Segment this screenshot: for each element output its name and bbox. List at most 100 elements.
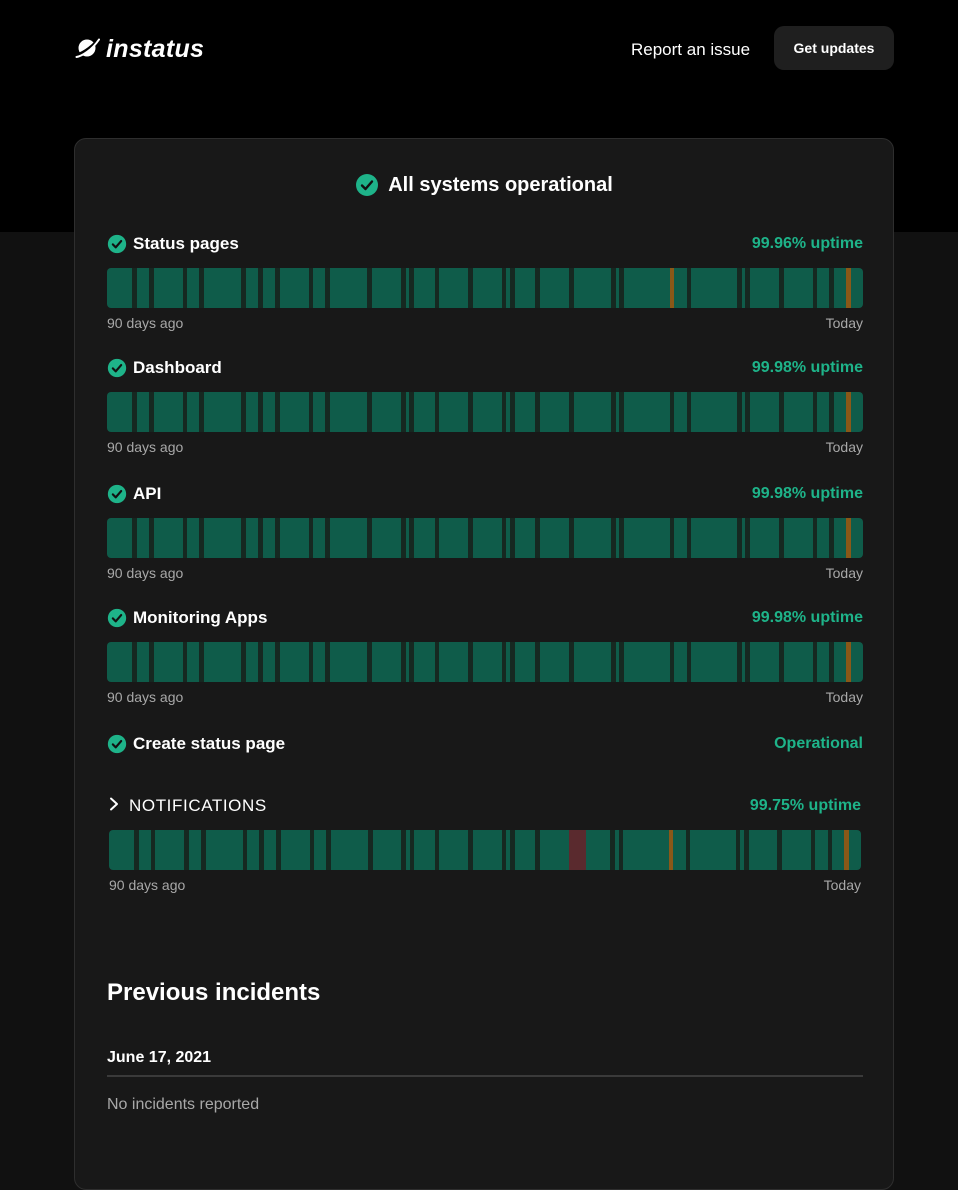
uptime-day-gap[interactable] [308, 268, 314, 308]
uptime-day-gap[interactable] [737, 642, 742, 682]
uptime-day-gap[interactable] [812, 268, 818, 308]
uptime-day-gap[interactable] [829, 642, 834, 682]
uptime-bar[interactable] [107, 268, 863, 308]
uptime-day-gap[interactable] [276, 830, 281, 870]
uptime-day-gap[interactable] [779, 268, 784, 308]
uptime-day-gap[interactable] [149, 392, 154, 432]
uptime-day-gap[interactable] [686, 268, 692, 308]
uptime-day-gap[interactable] [308, 392, 314, 432]
uptime-day-gap[interactable] [434, 642, 440, 682]
uptime-day-gap[interactable] [258, 642, 263, 682]
uptime-day-gap[interactable] [182, 392, 188, 432]
uptime-day-gap[interactable] [569, 268, 574, 308]
uptime-day-gap[interactable] [669, 392, 675, 432]
uptime-day-gap[interactable] [569, 518, 574, 558]
uptime-day-gap[interactable] [401, 268, 406, 308]
uptime-day-gap[interactable] [241, 642, 246, 682]
uptime-day-gap[interactable] [619, 392, 624, 432]
uptime-day-gap[interactable] [325, 518, 330, 558]
uptime-day-gap[interactable] [510, 392, 515, 432]
uptime-day-gap[interactable] [777, 830, 783, 870]
uptime-day-gap[interactable] [199, 392, 204, 432]
uptime-day-gap[interactable] [409, 830, 415, 870]
uptime-day-gap[interactable] [745, 518, 750, 558]
uptime-day-gap[interactable] [611, 392, 616, 432]
uptime-day-gap[interactable] [309, 830, 315, 870]
uptime-day-gap[interactable] [827, 830, 833, 870]
uptime-day-gap[interactable] [434, 518, 440, 558]
uptime-day-gap[interactable] [468, 642, 473, 682]
uptime-day-gap[interactable] [182, 268, 188, 308]
uptime-day-gap[interactable] [501, 392, 507, 432]
uptime-day-gap[interactable] [611, 642, 616, 682]
uptime-day-gap[interactable] [200, 830, 206, 870]
uptime-day-gap[interactable] [132, 642, 137, 682]
uptime-day-gap[interactable] [241, 268, 246, 308]
uptime-day-gap[interactable] [199, 518, 204, 558]
uptime-day-gap[interactable] [779, 392, 784, 432]
uptime-day-gap[interactable] [686, 518, 692, 558]
uptime-day-degraded[interactable] [846, 518, 851, 558]
uptime-day-degraded[interactable] [668, 830, 674, 870]
uptime-day-gap[interactable] [367, 642, 372, 682]
uptime-day-gap[interactable] [275, 392, 280, 432]
uptime-day-gap[interactable] [149, 268, 154, 308]
uptime-day-degraded[interactable] [844, 830, 849, 870]
uptime-day-gap[interactable] [149, 518, 154, 558]
notifications-toggle[interactable]: NOTIFICATIONS 99.75% uptime [109, 796, 861, 818]
uptime-day-gap[interactable] [610, 830, 615, 870]
uptime-day-gap[interactable] [510, 518, 515, 558]
uptime-day-gap[interactable] [409, 268, 414, 308]
uptime-day-gap[interactable] [745, 392, 750, 432]
uptime-day-gap[interactable] [735, 830, 741, 870]
uptime-day-gap[interactable] [182, 642, 188, 682]
uptime-day-gap[interactable] [737, 268, 742, 308]
uptime-day-gap[interactable] [510, 830, 515, 870]
uptime-day-gap[interactable] [242, 830, 248, 870]
uptime-day-gap[interactable] [326, 830, 331, 870]
uptime-day-gap[interactable] [434, 392, 440, 432]
uptime-day-gap[interactable] [618, 830, 624, 870]
uptime-day-gap[interactable] [409, 642, 414, 682]
uptime-day-gap[interactable] [132, 518, 137, 558]
uptime-day-gap[interactable] [199, 268, 204, 308]
uptime-day-gap[interactable] [744, 830, 749, 870]
uptime-day-gap[interactable] [619, 642, 624, 682]
uptime-day-gap[interactable] [779, 518, 784, 558]
report-issue-link[interactable]: Report an issue [631, 40, 750, 60]
get-updates-button[interactable]: Get updates [774, 26, 894, 70]
uptime-day-outage[interactable] [576, 830, 586, 870]
uptime-day-gap[interactable] [535, 642, 540, 682]
uptime-day-gap[interactable] [619, 268, 624, 308]
uptime-day-gap[interactable] [501, 642, 507, 682]
uptime-day-gap[interactable] [779, 642, 784, 682]
uptime-day-gap[interactable] [401, 392, 406, 432]
uptime-day-gap[interactable] [308, 642, 314, 682]
uptime-day-gap[interactable] [434, 830, 440, 870]
brand-logo[interactable]: instatus [74, 35, 204, 63]
uptime-day-gap[interactable] [829, 268, 834, 308]
uptime-day-gap[interactable] [501, 268, 507, 308]
uptime-day-gap[interactable] [132, 268, 137, 308]
uptime-day-gap[interactable] [829, 392, 834, 432]
uptime-day-gap[interactable] [182, 518, 188, 558]
uptime-day-gap[interactable] [510, 268, 515, 308]
uptime-day-gap[interactable] [275, 518, 280, 558]
uptime-day-gap[interactable] [535, 268, 540, 308]
uptime-bar[interactable] [109, 830, 861, 870]
uptime-day-gap[interactable] [325, 392, 330, 432]
uptime-day-gap[interactable] [829, 518, 834, 558]
uptime-day-gap[interactable] [737, 518, 742, 558]
uptime-day-gap[interactable] [812, 392, 818, 432]
uptime-day-gap[interactable] [611, 518, 616, 558]
uptime-day-gap[interactable] [258, 518, 263, 558]
uptime-day-gap[interactable] [468, 392, 473, 432]
uptime-day-gap[interactable] [401, 518, 406, 558]
uptime-day-gap[interactable] [367, 518, 372, 558]
uptime-day-gap[interactable] [367, 392, 372, 432]
uptime-day-gap[interactable] [535, 830, 540, 870]
uptime-bar[interactable] [107, 392, 863, 432]
uptime-day-gap[interactable] [150, 830, 156, 870]
uptime-day-gap[interactable] [368, 830, 373, 870]
uptime-day-degraded[interactable] [846, 392, 851, 432]
